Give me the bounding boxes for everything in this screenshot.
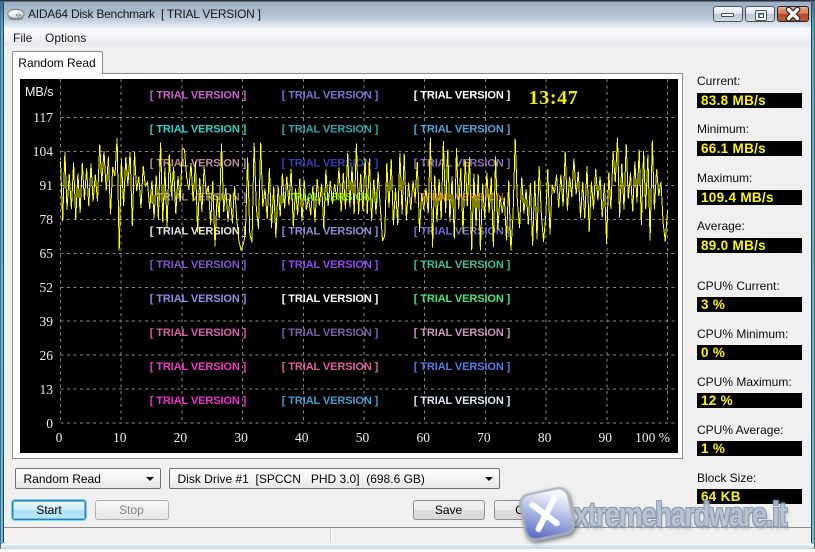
svg-text:100 %: 100 % — [635, 430, 670, 445]
svg-text:[ TRIAL VERSION ]: [ TRIAL VERSION ] — [149, 157, 246, 169]
svg-text:90: 90 — [598, 430, 612, 445]
svg-text:[ TRIAL VERSION ]: [ TRIAL VERSION ] — [413, 124, 510, 136]
svg-text:0: 0 — [55, 430, 62, 445]
svg-text:[ TRIAL VERSION ]: [ TRIAL VERSION ] — [281, 157, 378, 169]
svg-text:[ TRIAL VERSION ]: [ TRIAL VERSION ] — [281, 259, 378, 271]
svg-text:MB/s: MB/s — [25, 85, 53, 99]
svg-text:40: 40 — [295, 430, 309, 445]
svg-text:[ TRIAL VERSION ]: [ TRIAL VERSION ] — [413, 327, 510, 339]
svg-text:0: 0 — [46, 416, 53, 431]
svg-text:[ TRIAL VERSION ]: [ TRIAL VERSION ] — [281, 293, 378, 305]
svg-text:[ TRIAL VERSION ]: [ TRIAL VERSION ] — [413, 361, 510, 373]
svg-text:10: 10 — [112, 430, 126, 445]
svg-text:52: 52 — [39, 280, 53, 295]
svg-text:[ TRIAL VERSION ]: [ TRIAL VERSION ] — [281, 327, 378, 339]
svg-text:104: 104 — [32, 144, 53, 159]
svg-text:[ TRIAL VERSION ]: [ TRIAL VERSION ] — [281, 361, 378, 373]
svg-text:[ TRIAL VERSION ]: [ TRIAL VERSION ] — [281, 124, 378, 136]
svg-text:[ TRIAL VERSION ]: [ TRIAL VERSION ] — [281, 395, 378, 407]
svg-text:13:47: 13:47 — [528, 87, 578, 109]
svg-text:91: 91 — [39, 178, 53, 193]
svg-text:[ TRIAL VERSION ]: [ TRIAL VERSION ] — [149, 327, 246, 339]
svg-text:65: 65 — [39, 246, 53, 261]
svg-text:117: 117 — [33, 110, 53, 125]
svg-text:[ TRIAL VERSION ]: [ TRIAL VERSION ] — [149, 90, 246, 102]
svg-text:80: 80 — [537, 430, 551, 445]
svg-text:[ TRIAL VERSION ]: [ TRIAL VERSION ] — [413, 90, 510, 102]
svg-text:13: 13 — [39, 382, 53, 397]
svg-text:78: 78 — [39, 212, 53, 227]
svg-text:30: 30 — [234, 430, 248, 445]
svg-text:[ TRIAL VERSION ]: [ TRIAL VERSION ] — [413, 259, 510, 271]
svg-text:[ TRIAL VERSION ]: [ TRIAL VERSION ] — [149, 124, 246, 136]
svg-text:[ TRIAL VERSION ]: [ TRIAL VERSION ] — [149, 361, 246, 373]
svg-text:[ TRIAL VERSION ]: [ TRIAL VERSION ] — [413, 395, 510, 407]
svg-text:50: 50 — [355, 430, 369, 445]
svg-text:39: 39 — [39, 314, 53, 329]
svg-text:26: 26 — [39, 348, 53, 363]
svg-text:[ TRIAL VERSION ]: [ TRIAL VERSION ] — [281, 90, 378, 102]
svg-text:[ TRIAL VERSION ]: [ TRIAL VERSION ] — [413, 293, 510, 305]
svg-text:[ TRIAL VERSION ]: [ TRIAL VERSION ] — [281, 225, 378, 237]
svg-text:[ TRIAL VERSION ]: [ TRIAL VERSION ] — [149, 395, 246, 407]
svg-text:[ TRIAL VERSION ]: [ TRIAL VERSION ] — [149, 293, 246, 305]
svg-text:[ TRIAL VERSION ]: [ TRIAL VERSION ] — [149, 259, 246, 271]
svg-text:60: 60 — [416, 430, 430, 445]
svg-text:70: 70 — [477, 430, 491, 445]
svg-text:[ TRIAL VERSION ]: [ TRIAL VERSION ] — [413, 225, 510, 237]
svg-text:20: 20 — [173, 430, 187, 445]
